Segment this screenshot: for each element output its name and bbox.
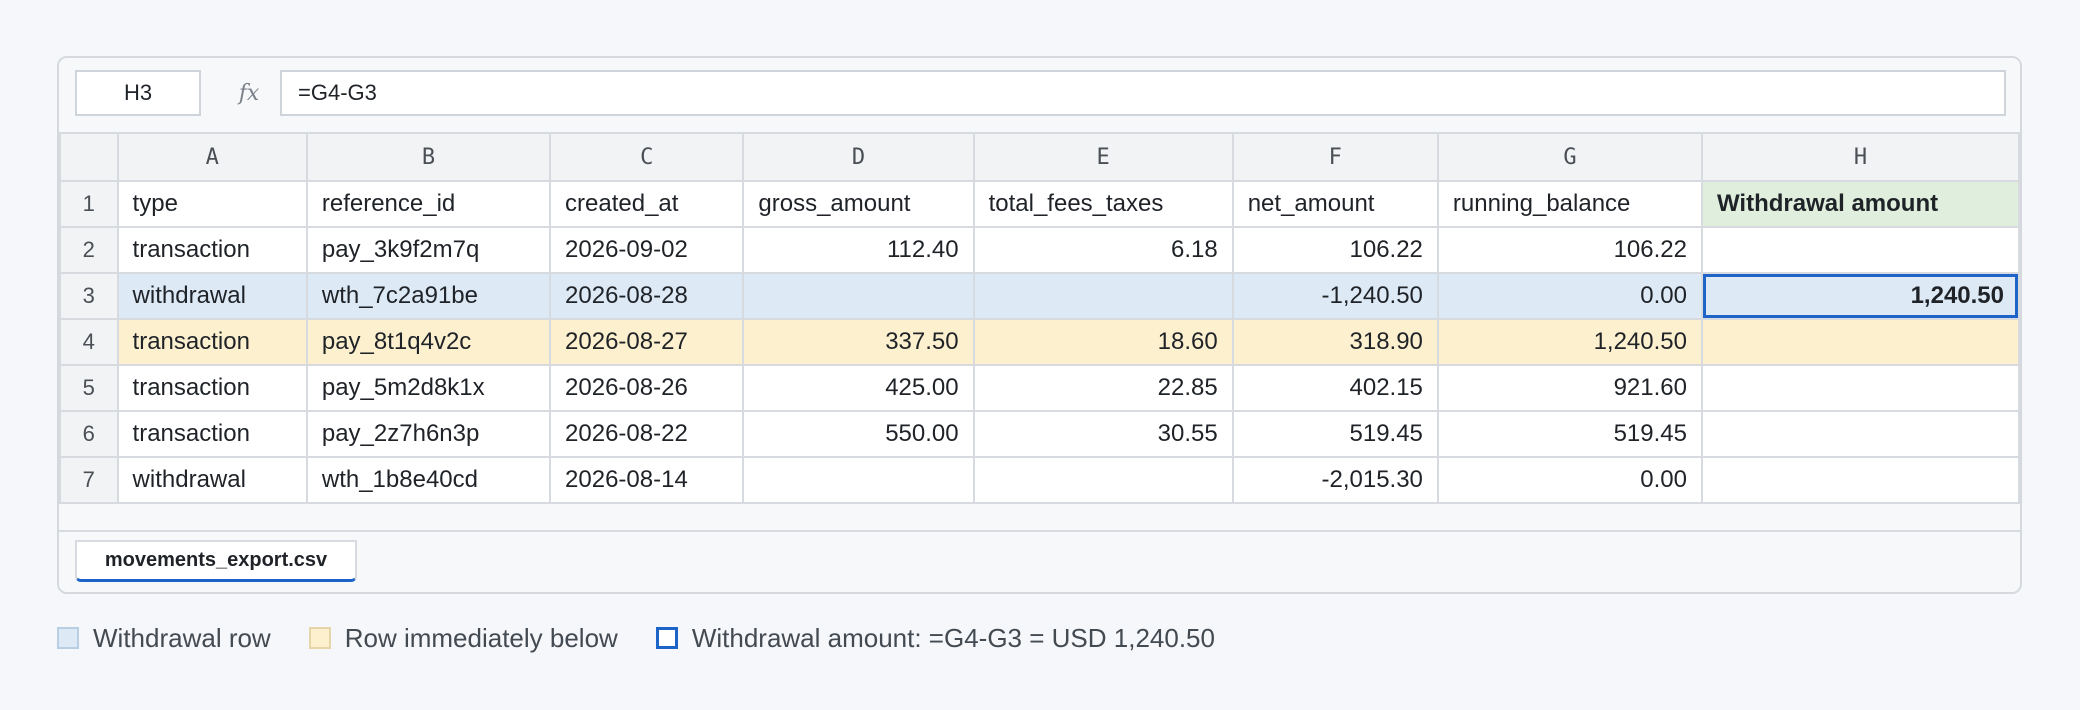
cell-d4[interactable]: 337.50 [742,318,975,366]
cell-b5[interactable]: pay_5m2d8k1x [305,364,552,412]
name-box[interactable]: H3 [75,70,201,116]
cell-f7[interactable]: -2,015.30 [1231,456,1439,504]
legend-label: Withdrawal amount: =G4-G3 = USD 1,240.50 [691,622,1215,653]
legend-item-row-below: Row immediately below [308,622,618,654]
cell-c2[interactable]: 2026-09-02 [549,226,745,274]
cell-b1[interactable]: reference_id [305,180,552,228]
cell-d7[interactable] [742,456,975,504]
cell-h3-selected[interactable]: 1,240.50 [1700,272,2020,320]
cell-e3[interactable] [972,272,1234,320]
cell-h7[interactable] [1700,456,2020,504]
cell-b7[interactable]: wth_1b8e40cd [305,456,552,504]
spreadsheet-grid: A B C D E F G H 1 type reference_id crea… [59,132,2020,504]
cell-g4[interactable]: 1,240.50 [1436,318,1703,366]
legend-label: Row immediately below [344,622,618,653]
column-header-c[interactable]: C [549,132,745,182]
legend: Withdrawal row Row immediately below Wit… [57,622,1253,654]
cell-a2[interactable]: transaction [116,226,308,274]
table-row-header: 1 type reference_id created_at gross_amo… [59,180,2020,228]
withdrawal-row-swatch [57,627,79,649]
column-header-g[interactable]: G [1436,132,1703,182]
column-header-b[interactable]: B [305,132,552,182]
row-header-4[interactable]: 4 [59,318,119,366]
row-header-2[interactable]: 2 [59,226,119,274]
cell-c6[interactable]: 2026-08-22 [549,410,745,458]
table-row-below-withdrawal: 4 transaction pay_8t1q4v2c 2026-08-27 33… [59,318,2020,366]
cell-f5[interactable]: 402.15 [1231,364,1439,412]
cell-e4[interactable]: 18.60 [972,318,1234,366]
cell-h2[interactable] [1700,226,2020,274]
formula-input[interactable]: =G4-G3 [280,70,2006,116]
cell-f2[interactable]: 106.22 [1231,226,1439,274]
cell-f3[interactable]: -1,240.50 [1231,272,1439,320]
formula-bar: H3 fx =G4-G3 [59,58,2020,132]
cell-d5[interactable]: 425.00 [742,364,975,412]
row-header-7[interactable]: 7 [59,456,119,504]
cell-g7[interactable]: 0.00 [1436,456,1703,504]
cell-d3[interactable] [742,272,975,320]
row-header-1[interactable]: 1 [59,180,119,228]
cell-e1[interactable]: total_fees_taxes [972,180,1234,228]
cell-a7[interactable]: withdrawal [116,456,308,504]
column-header-row: A B C D E F G H [59,132,2020,182]
cell-f1[interactable]: net_amount [1231,180,1439,228]
legend-item-withdrawal-amount: Withdrawal amount: =G4-G3 = USD 1,240.50 [655,622,1215,654]
table-row: 7 withdrawal wth_1b8e40cd 2026-08-14 -2,… [59,456,2020,504]
cell-g3[interactable]: 0.00 [1436,272,1703,320]
cell-h5[interactable] [1700,364,2020,412]
spreadsheet-panel: H3 fx =G4-G3 A B C D E F G H 1 type refe… [57,56,2022,594]
cell-d2[interactable]: 112.40 [742,226,975,274]
cell-a5[interactable]: transaction [116,364,308,412]
row-below-swatch [308,627,331,649]
cell-a6[interactable]: transaction [116,410,308,458]
cell-f6[interactable]: 519.45 [1231,410,1439,458]
column-header-h[interactable]: H [1700,132,2020,182]
cell-b3[interactable]: wth_7c2a91be [305,272,552,320]
cell-g1[interactable]: running_balance [1436,180,1703,228]
cell-a4[interactable]: transaction [116,318,308,366]
row-header-3[interactable]: 3 [59,272,119,320]
legend-item-withdrawal-row: Withdrawal row [57,623,271,654]
table-row: 5 transaction pay_5m2d8k1x 2026-08-26 42… [59,364,2020,412]
selection-outline-swatch [655,627,678,649]
cell-h4[interactable] [1700,318,2020,366]
legend-label: Withdrawal row [93,622,271,653]
cell-g2[interactable]: 106.22 [1436,226,1703,274]
cell-c3[interactable]: 2026-08-28 [549,272,745,320]
select-all-corner[interactable] [59,132,119,182]
sheet-tab-strip: movements_export.csv [59,530,2020,592]
cell-a3[interactable]: withdrawal [116,272,308,320]
cell-e7[interactable] [972,456,1234,504]
cell-b4[interactable]: pay_8t1q4v2c [305,318,552,366]
column-header-a[interactable]: A [116,132,308,182]
cell-g6[interactable]: 519.45 [1436,410,1703,458]
table-row: 6 transaction pay_2z7h6n3p 2026-08-22 55… [59,410,2020,458]
cell-h6[interactable] [1700,410,2020,458]
cell-g5[interactable]: 921.60 [1436,364,1703,412]
column-header-d[interactable]: D [742,132,975,182]
cell-f4[interactable]: 318.90 [1231,318,1439,366]
row-header-5[interactable]: 5 [59,364,119,412]
cell-b2[interactable]: pay_3k9f2m7q [305,226,552,274]
row-header-6[interactable]: 6 [59,410,119,458]
column-header-f[interactable]: F [1231,132,1439,182]
cell-b6[interactable]: pay_2z7h6n3p [305,410,552,458]
cell-d6[interactable]: 550.00 [742,410,975,458]
column-header-e[interactable]: E [972,132,1234,182]
cell-e6[interactable]: 30.55 [972,410,1234,458]
sheet-tab-active[interactable]: movements_export.csv [75,540,357,582]
cell-c7[interactable]: 2026-08-14 [549,456,745,504]
cell-d1[interactable]: gross_amount [742,180,975,228]
cell-c1[interactable]: created_at [549,180,745,228]
cell-h1[interactable]: Withdrawal amount [1700,180,2020,228]
cell-c5[interactable]: 2026-08-26 [549,364,745,412]
table-row-withdrawal: 3 withdrawal wth_7c2a91be 2026-08-28 -1,… [59,272,2020,320]
cell-a1[interactable]: type [116,180,308,228]
cell-e2[interactable]: 6.18 [972,226,1234,274]
cell-e5[interactable]: 22.85 [972,364,1234,412]
table-row: 2 transaction pay_3k9f2m7q 2026-09-02 11… [59,226,2020,274]
fx-icon: fx [238,80,260,106]
cell-c4[interactable]: 2026-08-27 [549,318,745,366]
